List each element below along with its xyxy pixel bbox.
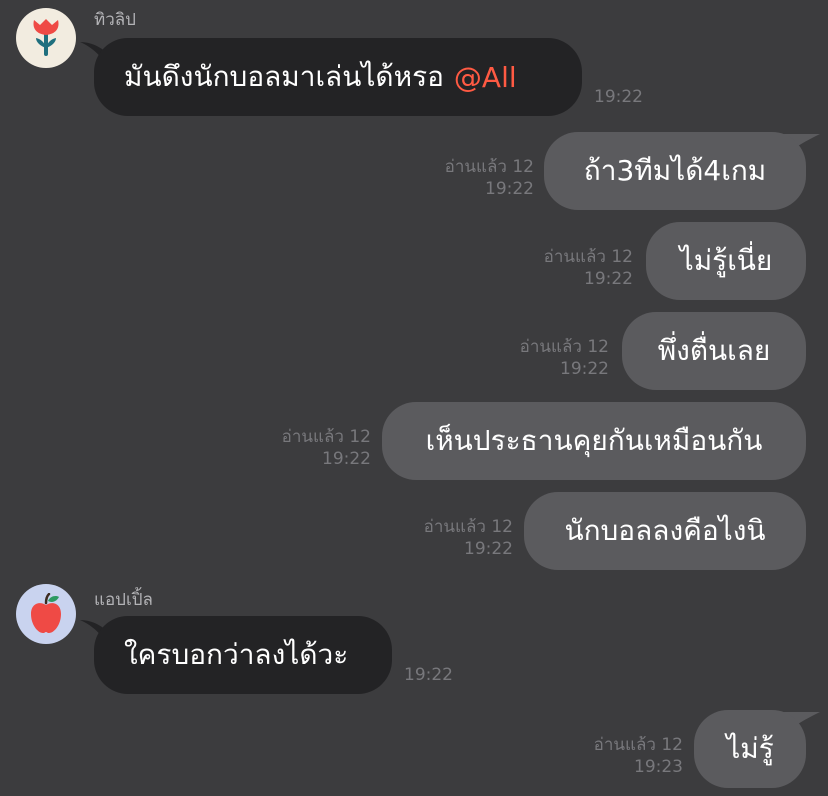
message-time: 19:22 — [404, 665, 453, 685]
message-time: 19:22 — [584, 269, 633, 289]
message-time: 19:22 — [464, 539, 513, 559]
message-time: 19:22 — [594, 87, 643, 107]
message-meta: อ่านแล้ว 12 19:22 — [424, 516, 513, 560]
message-text: เห็นประธานคุยกันเหมือนกัน — [425, 424, 763, 457]
read-receipt: อ่านแล้ว 12 — [519, 337, 609, 357]
message-text: ถ้า3ทีมได้4เกม — [583, 154, 767, 187]
read-receipt: อ่านแล้ว 12 — [593, 735, 683, 755]
outgoing-message-bubble[interactable]: ไม่รู้ — [694, 710, 806, 788]
outgoing-message-bubble[interactable]: ไม่รู้เนี่ย — [646, 222, 806, 300]
message-meta: อ่านแล้ว 12 19:22 — [282, 426, 371, 470]
apple-icon — [31, 593, 61, 633]
message-text: ไม่รู้ — [726, 732, 774, 765]
message-meta: อ่านแล้ว 12 19:22 — [544, 246, 633, 290]
read-receipt: อ่านแล้ว 12 — [543, 247, 633, 267]
sender-name: ทิวลิป — [94, 10, 136, 30]
read-receipt: อ่านแล้ว 12 — [444, 157, 534, 177]
outgoing-message-bubble[interactable]: ถ้า3ทีมได้4เกม — [544, 132, 806, 210]
read-receipt: อ่านแล้ว 12 — [281, 427, 371, 447]
message-meta: อ่านแล้ว 12 19:22 — [520, 336, 609, 380]
mention-tag[interactable]: @All — [454, 61, 517, 94]
tulip-avatar[interactable] — [16, 8, 76, 68]
message-text: ไม่รู้เนี่ย — [679, 244, 773, 277]
tulip-icon — [33, 19, 59, 56]
outgoing-message-bubble[interactable]: นักบอลลงคือไงนิ — [524, 492, 806, 570]
message-text: นักบอลลงคือไงนิ — [564, 514, 766, 547]
outgoing-message-bubble[interactable]: พึ่งตื่นเลย — [622, 312, 806, 390]
outgoing-message-bubble[interactable]: เห็นประธานคุยกันเหมือนกัน — [382, 402, 806, 480]
message-time: 19:22 — [560, 359, 609, 379]
incoming-message-bubble[interactable]: มันดึงนักบอลมาเล่นได้หรอ @All — [94, 38, 582, 116]
message-time: 19:23 — [634, 757, 683, 777]
message-meta: อ่านแล้ว 12 19:22 — [445, 156, 534, 200]
message-text: ใครบอกว่าลงได้วะ — [124, 638, 349, 671]
message-text: มันดึงนักบอลมาเล่นได้หรอ — [124, 60, 444, 93]
sender-name: แอปเปิ้ล — [94, 590, 153, 610]
message-time: 19:22 — [485, 179, 534, 199]
read-receipt: อ่านแล้ว 12 — [423, 517, 513, 537]
message-time: 19:22 — [322, 449, 371, 469]
incoming-message-bubble[interactable]: ใครบอกว่าลงได้วะ — [94, 616, 392, 694]
message-meta: อ่านแล้ว 12 19:23 — [594, 734, 683, 778]
apple-avatar[interactable] — [16, 584, 76, 644]
message-text: พึ่งตื่นเลย — [657, 334, 771, 367]
